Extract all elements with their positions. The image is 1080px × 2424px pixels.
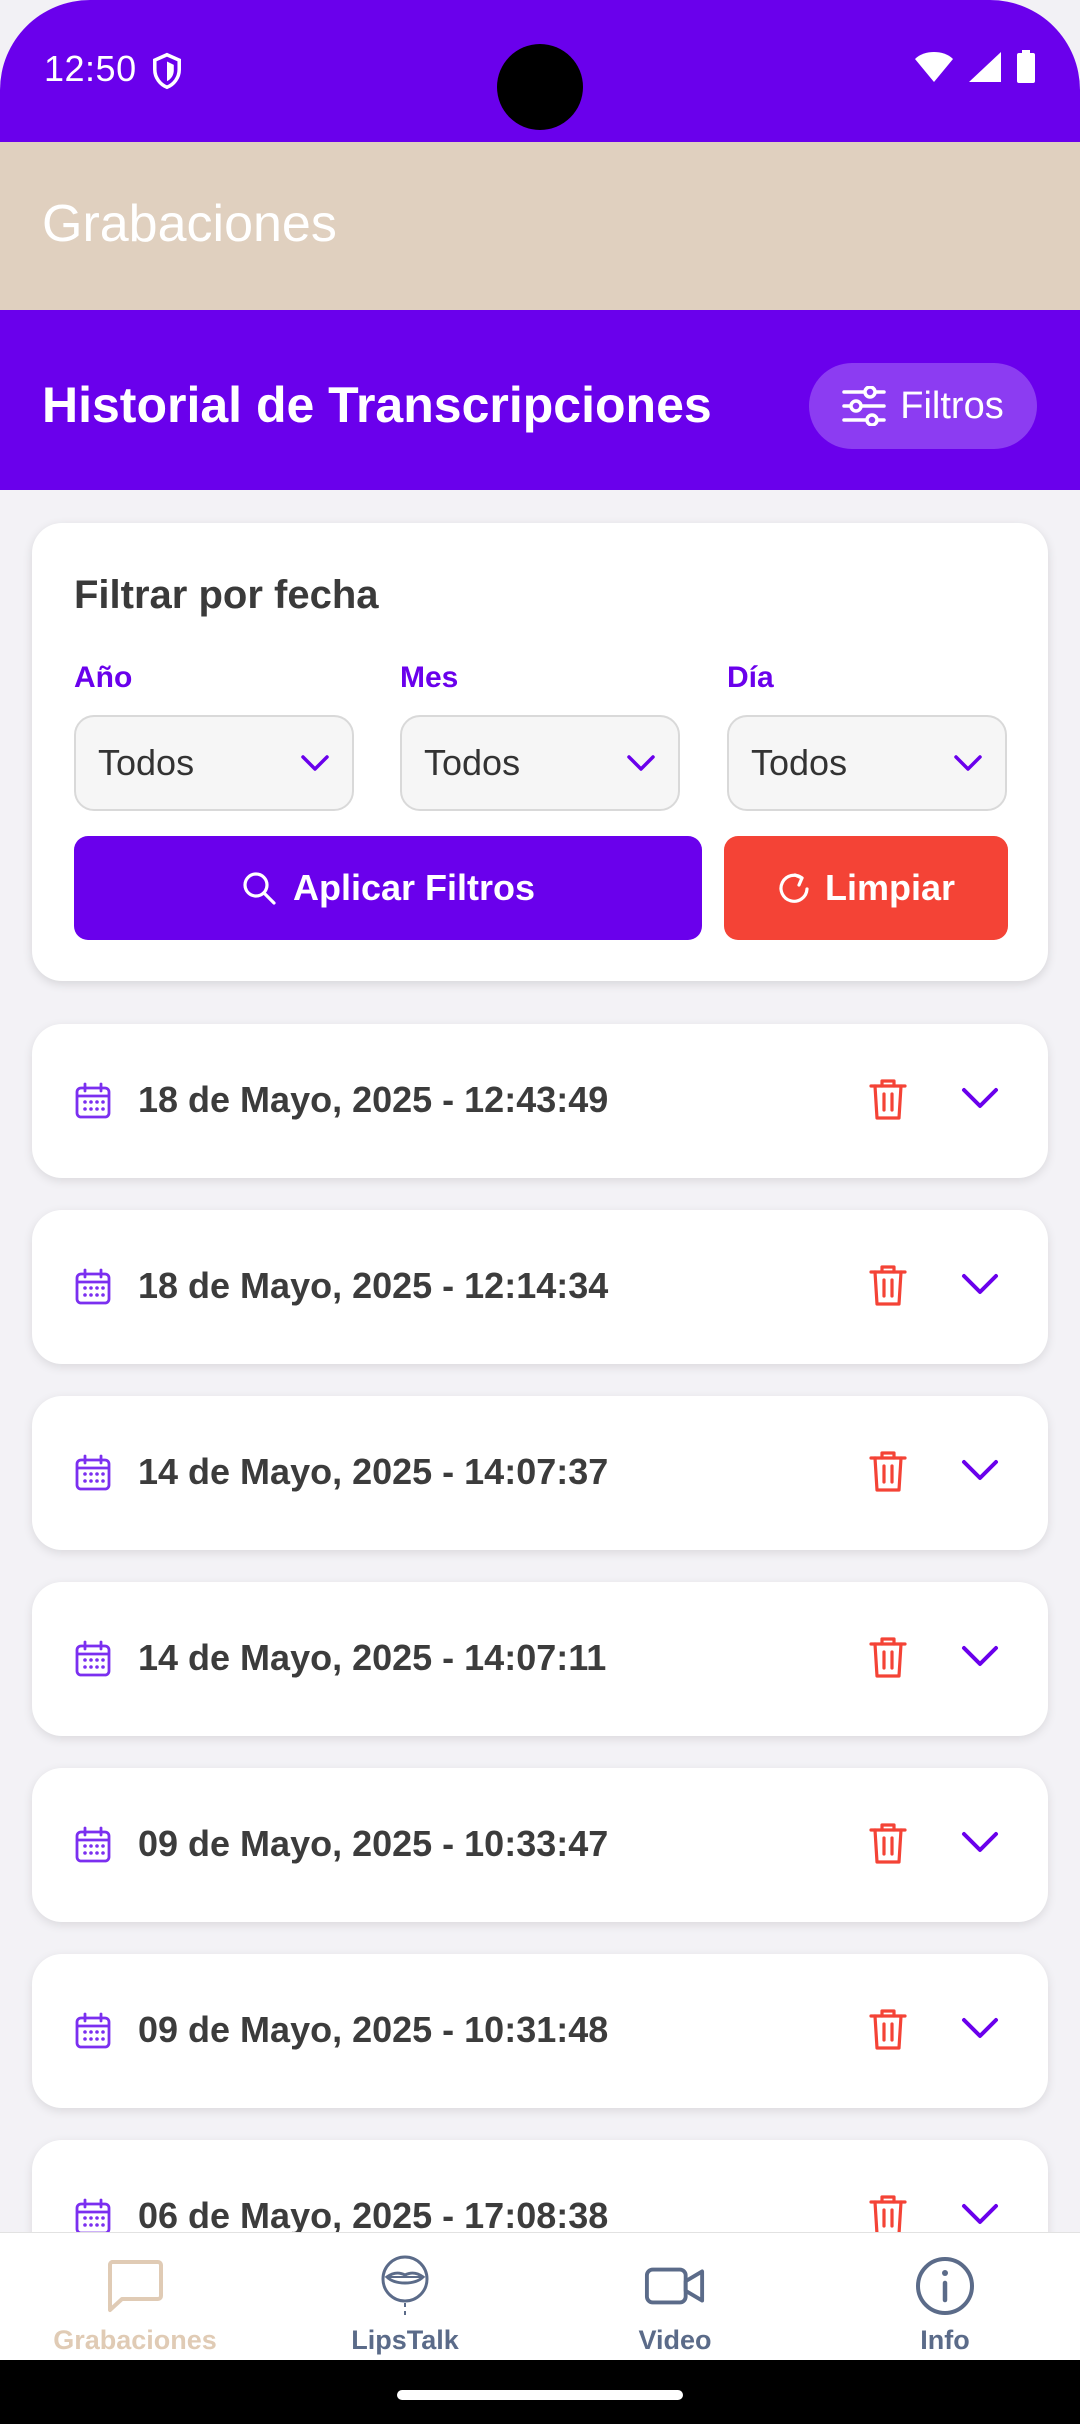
camera-cutout [497,44,583,130]
calendar-icon [75,1640,111,1677]
shield-icon [153,52,181,90]
page-header: Historial de Transcripciones Filtros [0,310,1080,490]
recording-date: 09 de Mayo, 2025 - 10:31:48 [138,2009,609,2050]
calendar-icon [75,2198,111,2235]
app-title: Grabaciones [42,195,337,253]
info-icon [916,2257,974,2315]
status-time: 12:50 [44,48,137,89]
recording-date: 06 de Mayo, 2025 - 17:08:38 [138,2195,609,2236]
nav-item-grabaciones[interactable]: Grabaciones [0,2233,270,2361]
trash-icon[interactable] [868,1448,908,1494]
video-camera-icon [644,2267,705,2305]
bottom-navigation: Grabaciones LipsTalk Video Info [0,2232,1080,2360]
chevron-down-icon[interactable] [960,2014,1000,2044]
battery-icon [1017,50,1035,83]
trash-icon[interactable] [868,1076,908,1122]
trash-icon[interactable] [868,1634,908,1680]
phone-screen: 12:50 Grabaciones Historial de Transcrip… [0,0,1080,2424]
month-select[interactable]: Todos [400,715,680,811]
chevron-down-icon[interactable] [960,1270,1000,1300]
month-select-value: Todos [424,742,521,783]
calendar-icon [75,2012,111,2049]
month-label: Mes [400,661,459,694]
day-field: Día Todos [727,661,1007,811]
trash-icon[interactable] [868,1262,908,1308]
chevron-down-icon [954,755,982,771]
home-indicator[interactable] [397,2390,683,2400]
recording-item[interactable]: 18 de Mayo, 2025 - 12:14:34 [32,1210,1048,1364]
apply-filters-label: Aplicar Filtros [292,867,536,908]
clear-filters-label: Limpiar [824,867,956,908]
calendar-icon [75,1454,111,1491]
day-select[interactable]: Todos [727,715,1007,811]
year-select-value: Todos [98,742,195,783]
search-icon [243,872,276,905]
recording-item[interactable]: 18 de Mayo, 2025 - 12:43:49 [32,1024,1048,1178]
chevron-down-icon[interactable] [960,1456,1000,1486]
trash-icon[interactable] [868,1820,908,1866]
refresh-icon [779,873,809,903]
nav-item-lipstalk[interactable]: LipsTalk [270,2233,540,2361]
clear-filters-button[interactable]: Limpiar [724,836,1008,940]
year-label: Año [74,661,133,694]
chevron-down-icon[interactable] [960,1084,1000,1114]
chevron-down-icon[interactable] [960,1642,1000,1672]
trash-icon[interactable] [868,2006,908,2052]
recording-date: 18 de Mayo, 2025 - 12:14:34 [138,1265,609,1306]
recording-date: 14 de Mayo, 2025 - 14:07:37 [138,1451,609,1492]
sliders-icon [842,386,887,426]
status-icons [914,50,1036,84]
filter-card: Filtrar por fecha Año Todos Mes Todos Dí… [32,523,1048,981]
recording-item[interactable]: 09 de Mayo, 2025 - 10:33:47 [32,1768,1048,1922]
chevron-down-icon[interactable] [960,2200,1000,2230]
recording-item[interactable]: 14 de Mayo, 2025 - 14:07:37 [32,1396,1048,1550]
chevron-down-icon[interactable] [960,1828,1000,1858]
cellular-signal-icon [969,52,1001,82]
nav-label: Video [638,2325,712,2355]
nav-item-video[interactable]: Video [540,2233,810,2361]
nav-label: Grabaciones [53,2325,217,2355]
apply-filters-button[interactable]: Aplicar Filtros [74,836,702,940]
calendar-icon [75,1826,111,1863]
calendar-icon [75,1268,111,1305]
nav-label: LipsTalk [351,2325,459,2355]
chat-bubble-icon [108,2260,163,2312]
recording-date: 09 de Mayo, 2025 - 10:33:47 [138,1823,609,1864]
status-bar: 12:50 [0,0,1080,142]
lipstalk-logo-icon [381,2255,429,2315]
calendar-icon [75,1082,111,1119]
nav-label: Info [920,2325,970,2355]
year-select[interactable]: Todos [74,715,354,811]
app-bar: Grabaciones [0,142,1080,310]
chevron-down-icon [627,755,655,771]
wifi-icon [915,52,953,82]
filter-card-title: Filtrar por fecha [74,573,379,617]
recording-date: 18 de Mayo, 2025 - 12:43:49 [138,1079,609,1120]
month-field: Mes Todos [400,661,680,811]
chevron-down-icon [301,755,329,771]
day-label: Día [727,661,774,694]
nav-item-info[interactable]: Info [810,2233,1080,2361]
recording-date: 14 de Mayo, 2025 - 14:07:11 [138,1637,607,1678]
gesture-bar [0,2360,1080,2424]
filters-toggle-button[interactable]: Filtros [809,363,1037,449]
page-title: Historial de Transcripciones [42,377,712,433]
filters-toggle-label: Filtros [900,384,1004,427]
day-select-value: Todos [751,742,848,783]
year-field: Año Todos [74,661,354,811]
recording-item[interactable]: 14 de Mayo, 2025 - 14:07:11 [32,1582,1048,1736]
recording-item[interactable]: 09 de Mayo, 2025 - 10:31:48 [32,1954,1048,2108]
